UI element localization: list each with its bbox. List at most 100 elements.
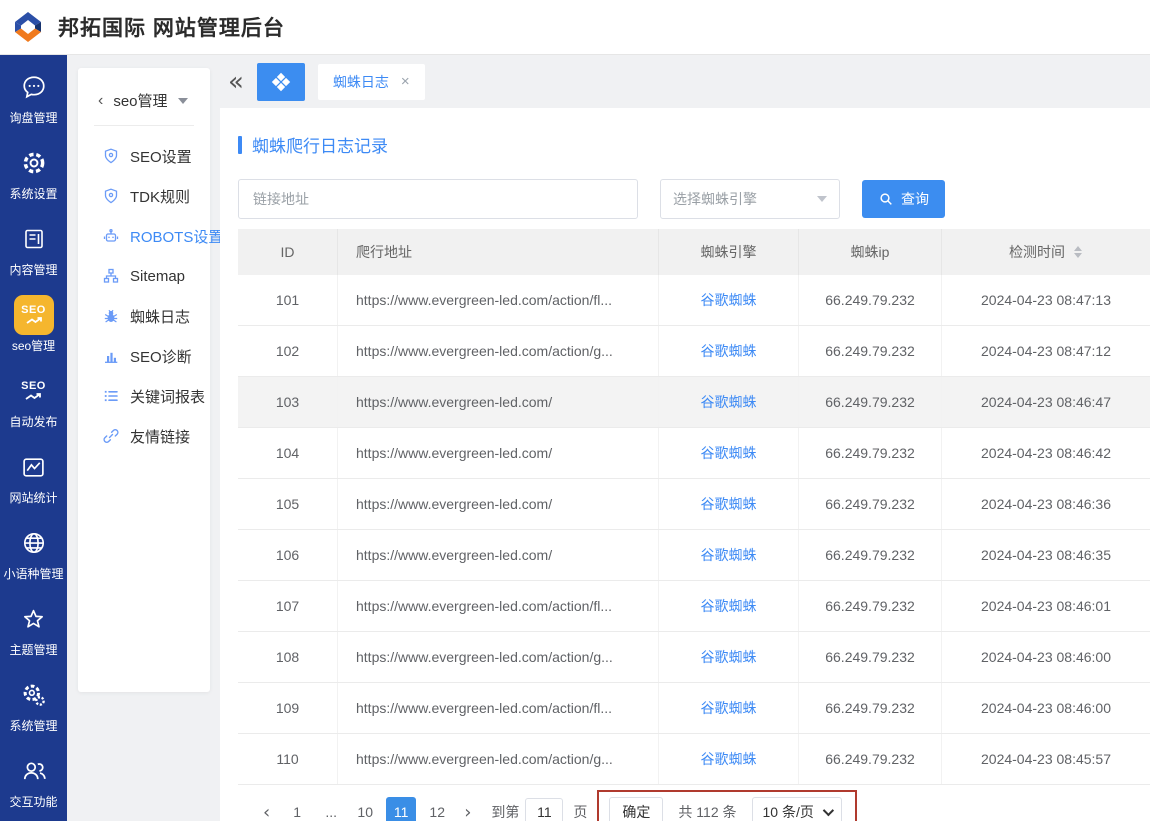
page-number[interactable]: ... bbox=[318, 797, 344, 821]
sidebar-item-system-admin[interactable]: 系统管理 bbox=[0, 669, 67, 745]
sidebar-item-interaction[interactable]: 交互功能 bbox=[0, 745, 67, 821]
cell-engine: 谷歌蜘蛛 bbox=[658, 275, 798, 325]
tab-spider-log[interactable]: 蜘蛛日志 × bbox=[318, 64, 425, 100]
cell-time: 2024-04-23 08:46:42 bbox=[941, 428, 1150, 478]
engine-link[interactable]: 谷歌蜘蛛 bbox=[701, 494, 757, 514]
table-row[interactable]: 109 https://www.evergreen-led.com/action… bbox=[238, 683, 1150, 734]
page-number[interactable]: 1 bbox=[284, 797, 310, 821]
cell-ip: 66.249.79.232 bbox=[798, 734, 941, 784]
sidebar-item-site-stats[interactable]: 网站统计 bbox=[0, 441, 67, 517]
spider-engine-select[interactable]: 选择蜘蛛引擎 bbox=[660, 179, 840, 219]
document-icon bbox=[22, 224, 46, 254]
table-row[interactable]: 101 https://www.evergreen-led.com/action… bbox=[238, 275, 1150, 326]
table-row[interactable]: 108 https://www.evergreen-led.com/action… bbox=[238, 632, 1150, 683]
page-size-select[interactable]: 10 条/页 bbox=[752, 797, 842, 821]
table-row[interactable]: 106 https://www.evergreen-led.com/ 谷歌蜘蛛 … bbox=[238, 530, 1150, 581]
cell-url: https://www.evergreen-led.com/action/fl.… bbox=[337, 683, 658, 733]
collapse-sidebar-icon[interactable]: « bbox=[228, 69, 244, 95]
sort-icon[interactable] bbox=[1073, 245, 1083, 259]
submenu-item-label: 蜘蛛日志 bbox=[130, 306, 190, 327]
link-address-input[interactable] bbox=[238, 179, 638, 219]
submenu-item-tdk-rules[interactable]: TDK规则 bbox=[78, 176, 210, 216]
sidebar-item-inquiry[interactable]: 询盘管理 bbox=[0, 61, 67, 137]
chevron-right-icon[interactable]: › bbox=[454, 802, 481, 821]
engine-link[interactable]: 谷歌蜘蛛 bbox=[701, 290, 757, 310]
submenu-item-spider-log[interactable]: 蜘蛛日志 bbox=[78, 296, 210, 336]
table-row[interactable]: 105 https://www.evergreen-led.com/ 谷歌蜘蛛 … bbox=[238, 479, 1150, 530]
chevron-down-icon[interactable] bbox=[178, 98, 188, 104]
chat-icon bbox=[21, 72, 47, 102]
column-header-ip[interactable]: 蜘蛛ip bbox=[798, 229, 941, 275]
table-row[interactable]: 103 https://www.evergreen-led.com/ 谷歌蜘蛛 … bbox=[238, 377, 1150, 428]
submenu-item-label: 友情链接 bbox=[130, 426, 190, 447]
table-row[interactable]: 102 https://www.evergreen-led.com/action… bbox=[238, 326, 1150, 377]
table-row[interactable]: 104 https://www.evergreen-led.com/ 谷歌蜘蛛 … bbox=[238, 428, 1150, 479]
query-button[interactable]: 查询 bbox=[862, 180, 945, 218]
content-card: 蜘蛛爬行日志记录 选择蜘蛛引擎 查询 ID 爬行地址 bbox=[220, 108, 1150, 821]
dashboard-button[interactable] bbox=[257, 63, 305, 101]
engine-link[interactable]: 谷歌蜘蛛 bbox=[701, 698, 757, 718]
filter-row: 选择蜘蛛引擎 查询 bbox=[238, 179, 1150, 219]
sidebar-item-label: 系统设置 bbox=[9, 185, 57, 202]
submenu-item-robots[interactable]: ROBOTS设置 bbox=[78, 216, 210, 256]
cell-time: 2024-04-23 08:46:00 bbox=[941, 683, 1150, 733]
submenu-item-seo-diagnosis[interactable]: SEO诊断 bbox=[78, 336, 210, 376]
shield-icon bbox=[103, 148, 119, 164]
page-number[interactable]: 12 bbox=[424, 797, 450, 821]
confirm-button[interactable]: 确定 bbox=[609, 797, 663, 821]
page-number[interactable]: 11 bbox=[386, 797, 416, 821]
submenu-item-label: 关键词报表 bbox=[130, 386, 205, 407]
gears-icon bbox=[21, 680, 47, 710]
tab-bar: « 蜘蛛日志 × bbox=[210, 55, 1150, 108]
sidebar-item-auto-publish[interactable]: SEO 自动发布 bbox=[0, 365, 67, 441]
column-header-engine[interactable]: 蜘蛛引擎 bbox=[658, 229, 798, 275]
page-number[interactable]: 10 bbox=[352, 797, 378, 821]
cell-url: https://www.evergreen-led.com/ bbox=[337, 530, 658, 580]
annotation-box: 确定 共 112 条 10 条/页 bbox=[597, 790, 856, 821]
cell-url: https://www.evergreen-led.com/ bbox=[337, 428, 658, 478]
cell-id: 109 bbox=[238, 683, 337, 733]
cell-ip: 66.249.79.232 bbox=[798, 428, 941, 478]
cell-ip: 66.249.79.232 bbox=[798, 632, 941, 682]
cell-time: 2024-04-23 08:46:47 bbox=[941, 377, 1150, 427]
app-logo-icon bbox=[8, 7, 48, 47]
goto-page-input[interactable] bbox=[525, 798, 563, 821]
submenu-item-friend-links[interactable]: 友情链接 bbox=[78, 416, 210, 456]
sidebar-item-system-settings[interactable]: 系统设置 bbox=[0, 137, 67, 213]
engine-link[interactable]: 谷歌蜘蛛 bbox=[701, 443, 757, 463]
engine-link[interactable]: 谷歌蜘蛛 bbox=[701, 545, 757, 565]
engine-link[interactable]: 谷歌蜘蛛 bbox=[701, 392, 757, 412]
sidebar-item-languages[interactable]: 小语种管理 bbox=[0, 517, 67, 593]
table-row[interactable]: 107 https://www.evergreen-led.com/action… bbox=[238, 581, 1150, 632]
table-row[interactable]: 110 https://www.evergreen-led.com/action… bbox=[238, 734, 1150, 785]
cell-url: https://www.evergreen-led.com/action/g..… bbox=[337, 632, 658, 682]
submenu-item-sitemap[interactable]: Sitemap bbox=[78, 256, 210, 296]
column-header-url[interactable]: 爬行地址 bbox=[337, 229, 658, 275]
cell-id: 104 bbox=[238, 428, 337, 478]
cell-url: https://www.evergreen-led.com/ bbox=[337, 377, 658, 427]
sidebar-item-seo[interactable]: SEO seo管理 bbox=[0, 289, 67, 365]
engine-link[interactable]: 谷歌蜘蛛 bbox=[701, 341, 757, 361]
submenu-header: ‹ seo管理 bbox=[78, 68, 210, 125]
sidebar-item-themes[interactable]: 主题管理 bbox=[0, 593, 67, 669]
sidebar-item-content[interactable]: 内容管理 bbox=[0, 213, 67, 289]
column-header-id[interactable]: ID bbox=[238, 229, 337, 275]
sitemap-icon bbox=[103, 268, 119, 284]
submenu-item-keyword-report[interactable]: 关键词报表 bbox=[78, 376, 210, 416]
chevron-left-icon[interactable]: ‹ bbox=[253, 802, 280, 821]
engine-link[interactable]: 谷歌蜘蛛 bbox=[701, 647, 757, 667]
users-icon bbox=[21, 756, 47, 786]
sidebar-item-label: 系统管理 bbox=[9, 717, 57, 734]
app-title: 邦拓国际 网站管理后台 bbox=[58, 12, 285, 42]
shield-icon bbox=[103, 188, 119, 204]
close-icon[interactable]: × bbox=[401, 73, 410, 90]
submenu-item-seo-settings[interactable]: SEO设置 bbox=[78, 136, 210, 176]
back-chevron-icon[interactable]: ‹ bbox=[98, 92, 103, 110]
engine-link[interactable]: 谷歌蜘蛛 bbox=[701, 596, 757, 616]
column-header-time[interactable]: 检测时间 bbox=[941, 229, 1150, 275]
cell-engine: 谷歌蜘蛛 bbox=[658, 683, 798, 733]
cell-id: 107 bbox=[238, 581, 337, 631]
engine-link[interactable]: 谷歌蜘蛛 bbox=[701, 749, 757, 769]
sidebar-item-label: 询盘管理 bbox=[9, 109, 57, 126]
robot-icon bbox=[103, 228, 119, 244]
